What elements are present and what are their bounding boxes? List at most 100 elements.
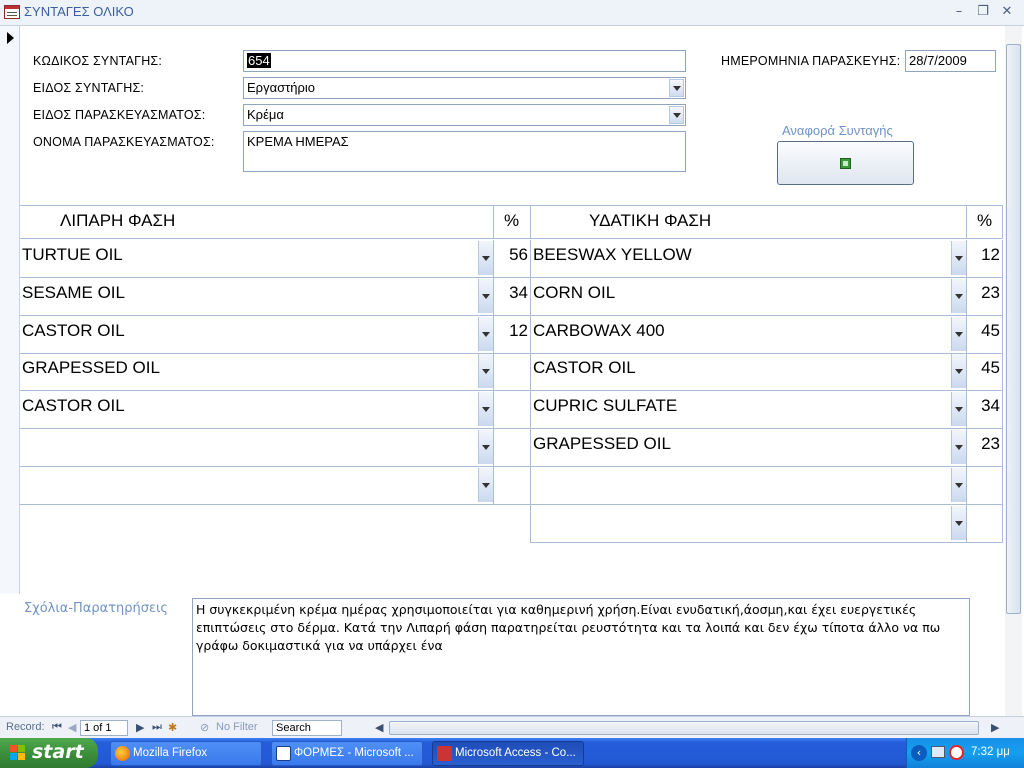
aqueous-ingredient-combo[interactable]: CORN OIL xyxy=(530,277,966,316)
aqueous-header-title: ΥΔΑΤΙΚΗ ΦΑΣΗ xyxy=(589,211,712,230)
lipid-percent-field[interactable] xyxy=(493,429,530,467)
lipid-ingredient-dropdown-icon[interactable] xyxy=(478,430,493,464)
lipid-header: ΛΙΠΑΡΗ ΦΑΣΗ xyxy=(20,205,493,239)
aqueous-percent-field[interactable]: 45 xyxy=(966,315,1003,354)
aqueous-ingredient-combo[interactable]: CUPRIC SULFATE xyxy=(530,391,966,430)
taskbar: start Mozilla Firefox ΦΟΡΜΕΣ - Microsoft… xyxy=(0,738,1024,768)
aqueous-ingredient-combo[interactable] xyxy=(530,504,966,543)
prep-type-combo[interactable]: Κρέμα xyxy=(243,104,686,126)
system-tray: ‹ 7:32 μμ xyxy=(906,738,1024,768)
prep-name-field[interactable]: ΚΡΕΜΑ ΗΜΕΡΑΣ xyxy=(243,131,686,172)
aqueous-ingredient-dropdown-icon[interactable] xyxy=(951,354,966,389)
task-access[interactable]: Microsoft Access - Co... xyxy=(432,741,584,766)
lipid-pct-header: % xyxy=(493,205,530,239)
lipid-ingredient-combo[interactable]: CASTOR OIL xyxy=(20,391,493,430)
restore-button[interactable]: ❐ xyxy=(974,4,992,20)
lipid-ingredient-combo[interactable]: CASTOR OIL xyxy=(20,316,493,354)
lipid-ingredient-combo[interactable] xyxy=(20,467,493,505)
no-filter-label[interactable]: No Filter xyxy=(216,721,258,733)
lipid-ingredient-dropdown-icon[interactable] xyxy=(478,467,493,502)
previous-record-icon[interactable]: ◀ xyxy=(68,721,76,734)
lipid-ingredient-dropdown-icon[interactable] xyxy=(478,241,493,275)
lipid-percent-field[interactable] xyxy=(493,391,530,430)
scroll-left-icon[interactable]: ◀ xyxy=(375,721,383,734)
type-label: ΕΙΔΟΣ ΣΥΝΤΑΓΗΣ: xyxy=(33,81,145,95)
lipid-ingredient-dropdown-icon[interactable] xyxy=(478,316,493,351)
aqueous-ingredient-dropdown-icon[interactable] xyxy=(951,467,966,502)
last-record-icon[interactable]: ⏭ xyxy=(152,721,162,734)
start-button[interactable]: start xyxy=(0,738,98,768)
horizontal-scroll-thumb[interactable] xyxy=(389,721,979,735)
prep-name-label: ΟΝΟΜΑ ΠΑΡΑΣΚΕΥΑΣΜΑΤΟΣ: xyxy=(33,135,215,149)
lipid-ingredient-dropdown-icon[interactable] xyxy=(478,354,493,389)
form-icon xyxy=(4,5,20,19)
aqueous-ingredient-combo[interactable]: CASTOR OIL xyxy=(530,353,966,392)
new-record-icon[interactable]: ✱ xyxy=(168,721,177,734)
aqueous-percent-value: 12 xyxy=(981,245,1000,264)
date-field[interactable]: 28/7/2009 xyxy=(905,50,996,72)
comments-label: Σχόλια-Παρατηρήσεις xyxy=(24,601,169,616)
aqueous-ingredient-dropdown-icon[interactable] xyxy=(951,241,966,275)
aqueous-percent-field[interactable]: 45 xyxy=(966,353,1003,392)
lipid-ingredient-combo[interactable]: TURTUE OIL xyxy=(20,240,493,278)
type-dropdown-icon[interactable] xyxy=(669,79,684,97)
lipid-ingredient-dropdown-icon[interactable] xyxy=(478,278,493,313)
security-alert-icon[interactable] xyxy=(949,745,964,760)
tray-collapse-icon[interactable]: ‹ xyxy=(911,745,927,761)
lipid-ingredient-dropdown-icon[interactable] xyxy=(478,392,493,427)
aqueous-percent-field[interactable] xyxy=(966,504,1003,543)
lipid-percent-field[interactable]: 12 xyxy=(493,315,530,354)
aqueous-ingredient-combo[interactable]: BEESWAX YELLOW xyxy=(530,240,966,278)
record-selector[interactable] xyxy=(0,26,20,594)
lipid-percent-value: 56 xyxy=(509,245,528,264)
lipid-percent-field[interactable]: 34 xyxy=(493,277,530,316)
lipid-ingredient-combo[interactable]: SESAME OIL xyxy=(20,278,493,316)
task-word[interactable]: ΦΟΡΜΕΣ - Microsoft ... xyxy=(271,741,423,766)
type-combo[interactable]: Εργαστήριο xyxy=(243,77,686,99)
aqueous-percent-field[interactable]: 23 xyxy=(966,429,1003,467)
aqueous-percent-value: 45 xyxy=(981,358,1000,378)
aqueous-percent-field[interactable]: 34 xyxy=(966,391,1003,430)
windows-logo-icon xyxy=(10,745,26,761)
lipid-percent-field[interactable]: 56 xyxy=(493,240,530,278)
code-field[interactable]: 654 xyxy=(243,50,686,72)
aqueous-ingredient-dropdown-icon[interactable] xyxy=(951,505,966,540)
task-firefox[interactable]: Mozilla Firefox xyxy=(110,741,262,766)
aqueous-percent-field[interactable]: 12 xyxy=(966,240,1003,278)
no-filter-icon[interactable]: ⊘ xyxy=(200,721,209,734)
aqueous-ingredient-dropdown-icon[interactable] xyxy=(951,316,966,351)
lipid-ingredient-name: GRAPESSED OIL xyxy=(22,358,160,378)
vertical-scrollbar[interactable] xyxy=(1005,26,1022,716)
recipe-report-button[interactable] xyxy=(777,141,914,185)
aqueous-ingredient-dropdown-icon[interactable] xyxy=(951,392,966,427)
vertical-scroll-thumb[interactable] xyxy=(1006,44,1021,614)
lipid-percent-field[interactable] xyxy=(493,353,530,392)
lipid-percent-field[interactable] xyxy=(493,466,530,505)
horizontal-scrollbar[interactable]: ◀ ▶ xyxy=(375,720,1003,736)
network-icon[interactable] xyxy=(931,746,945,758)
current-record-field[interactable]: 1 of 1 xyxy=(80,720,128,736)
lipid-ingredient-name: SESAME OIL xyxy=(22,282,125,302)
comments-textarea[interactable]: Η συγκεκριμένη κρέμα ημέρας χρησιμοποιεί… xyxy=(192,598,970,716)
prep-type-dropdown-icon[interactable] xyxy=(669,106,684,124)
aqueous-ingredient-combo[interactable]: CARBOWAX 400 xyxy=(530,315,966,354)
prep-type-label: ΕΙΔΟΣ ΠΑΡΑΣΚΕΥΑΣΜΑΤΟΣ: xyxy=(33,108,206,122)
search-input[interactable]: Search xyxy=(272,720,342,736)
aqueous-ingredient-combo[interactable]: GRAPESSED OIL xyxy=(530,429,966,467)
access-icon xyxy=(437,746,452,761)
task-firefox-label: Mozilla Firefox xyxy=(133,747,208,759)
lipid-ingredient-combo[interactable]: GRAPESSED OIL xyxy=(20,353,493,392)
aqueous-ingredient-dropdown-icon[interactable] xyxy=(951,278,966,313)
minimize-button[interactable]: – xyxy=(950,4,968,20)
scroll-right-icon[interactable]: ▶ xyxy=(991,721,999,734)
next-record-icon[interactable]: ▶ xyxy=(136,721,144,734)
first-record-icon[interactable]: ⏮ xyxy=(52,721,62,734)
aqueous-ingredient-dropdown-icon[interactable] xyxy=(951,430,966,464)
aqueous-ingredient-combo[interactable] xyxy=(530,466,966,505)
window-title-bar[interactable]: ΣΥΝΤΑΓΕΣ ΟΛΙΚΟ – ❐ ✕ xyxy=(0,0,1024,26)
aqueous-percent-field[interactable]: 23 xyxy=(966,277,1003,316)
aqueous-percent-field[interactable] xyxy=(966,466,1003,505)
date-label: ΗΜΕΡΟΜΗΝΙΑ ΠΑΡΑΣΚΕΥΗΣ: xyxy=(721,54,901,68)
close-button[interactable]: ✕ xyxy=(998,4,1016,20)
lipid-ingredient-combo[interactable] xyxy=(20,429,493,467)
